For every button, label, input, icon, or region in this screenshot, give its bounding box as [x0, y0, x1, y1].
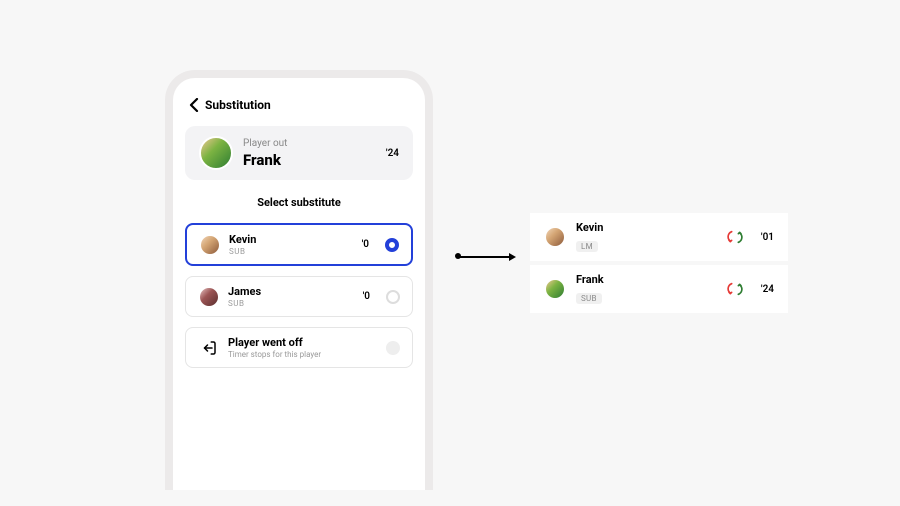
back-icon[interactable] — [187, 98, 201, 112]
player-out-time: '24 — [386, 148, 399, 159]
radio-button[interactable] — [386, 290, 400, 304]
result-panel: Kevin LM '01 Frank SUB '24 — [530, 213, 788, 313]
result-row-kevin: Kevin LM '01 — [530, 213, 788, 261]
result-name: Kevin — [576, 221, 716, 234]
substitute-card-kevin[interactable]: Kevin SUB '0 — [185, 223, 413, 266]
player-went-off-card[interactable]: Player went off Timer stops for this pla… — [185, 327, 413, 368]
avatar-james — [198, 286, 220, 308]
swap-out-icon — [726, 280, 744, 298]
result-time: '01 — [754, 232, 774, 243]
substitute-text: James SUB — [228, 285, 355, 308]
radio-button[interactable] — [386, 341, 400, 355]
result-text: Frank SUB — [576, 273, 716, 305]
header: Substitution — [185, 98, 413, 112]
result-time: '24 — [754, 284, 774, 295]
substitute-role: SUB — [229, 247, 354, 256]
avatar-kevin — [544, 226, 566, 248]
substitute-name: Kevin — [229, 233, 354, 246]
substitute-name: James — [228, 285, 355, 298]
page-title: Substitution — [205, 98, 271, 112]
avatar-frank — [544, 278, 566, 300]
went-off-text: Player went off Timer stops for this pla… — [228, 336, 378, 359]
result-role: SUB — [576, 293, 602, 304]
went-off-subtitle: Timer stops for this player — [228, 350, 378, 359]
arrow-icon — [458, 256, 514, 258]
section-title: Select substitute — [185, 196, 413, 209]
player-out-label: Player out — [243, 138, 376, 149]
player-out-text: Player out Frank — [243, 138, 376, 169]
substitute-text: Kevin SUB — [229, 233, 354, 256]
avatar-kevin — [199, 234, 221, 256]
substitute-card-james[interactable]: James SUB '0 — [185, 276, 413, 317]
player-out-name: Frank — [243, 151, 376, 169]
substitute-time: '0 — [362, 239, 369, 250]
player-out-card: Player out Frank '24 — [185, 126, 413, 180]
phone-frame: Substitution Player out Frank '24 Select… — [165, 70, 433, 490]
logout-icon — [198, 337, 220, 359]
went-off-title: Player went off — [228, 336, 378, 349]
result-row-frank: Frank SUB '24 — [530, 265, 788, 313]
result-name: Frank — [576, 273, 716, 286]
swap-in-icon — [726, 228, 744, 246]
substitute-time: '0 — [363, 291, 370, 302]
result-text: Kevin LM — [576, 221, 716, 253]
result-role: LM — [576, 241, 598, 252]
radio-button[interactable] — [385, 238, 399, 252]
substitute-role: SUB — [228, 299, 355, 308]
avatar-frank — [199, 136, 233, 170]
